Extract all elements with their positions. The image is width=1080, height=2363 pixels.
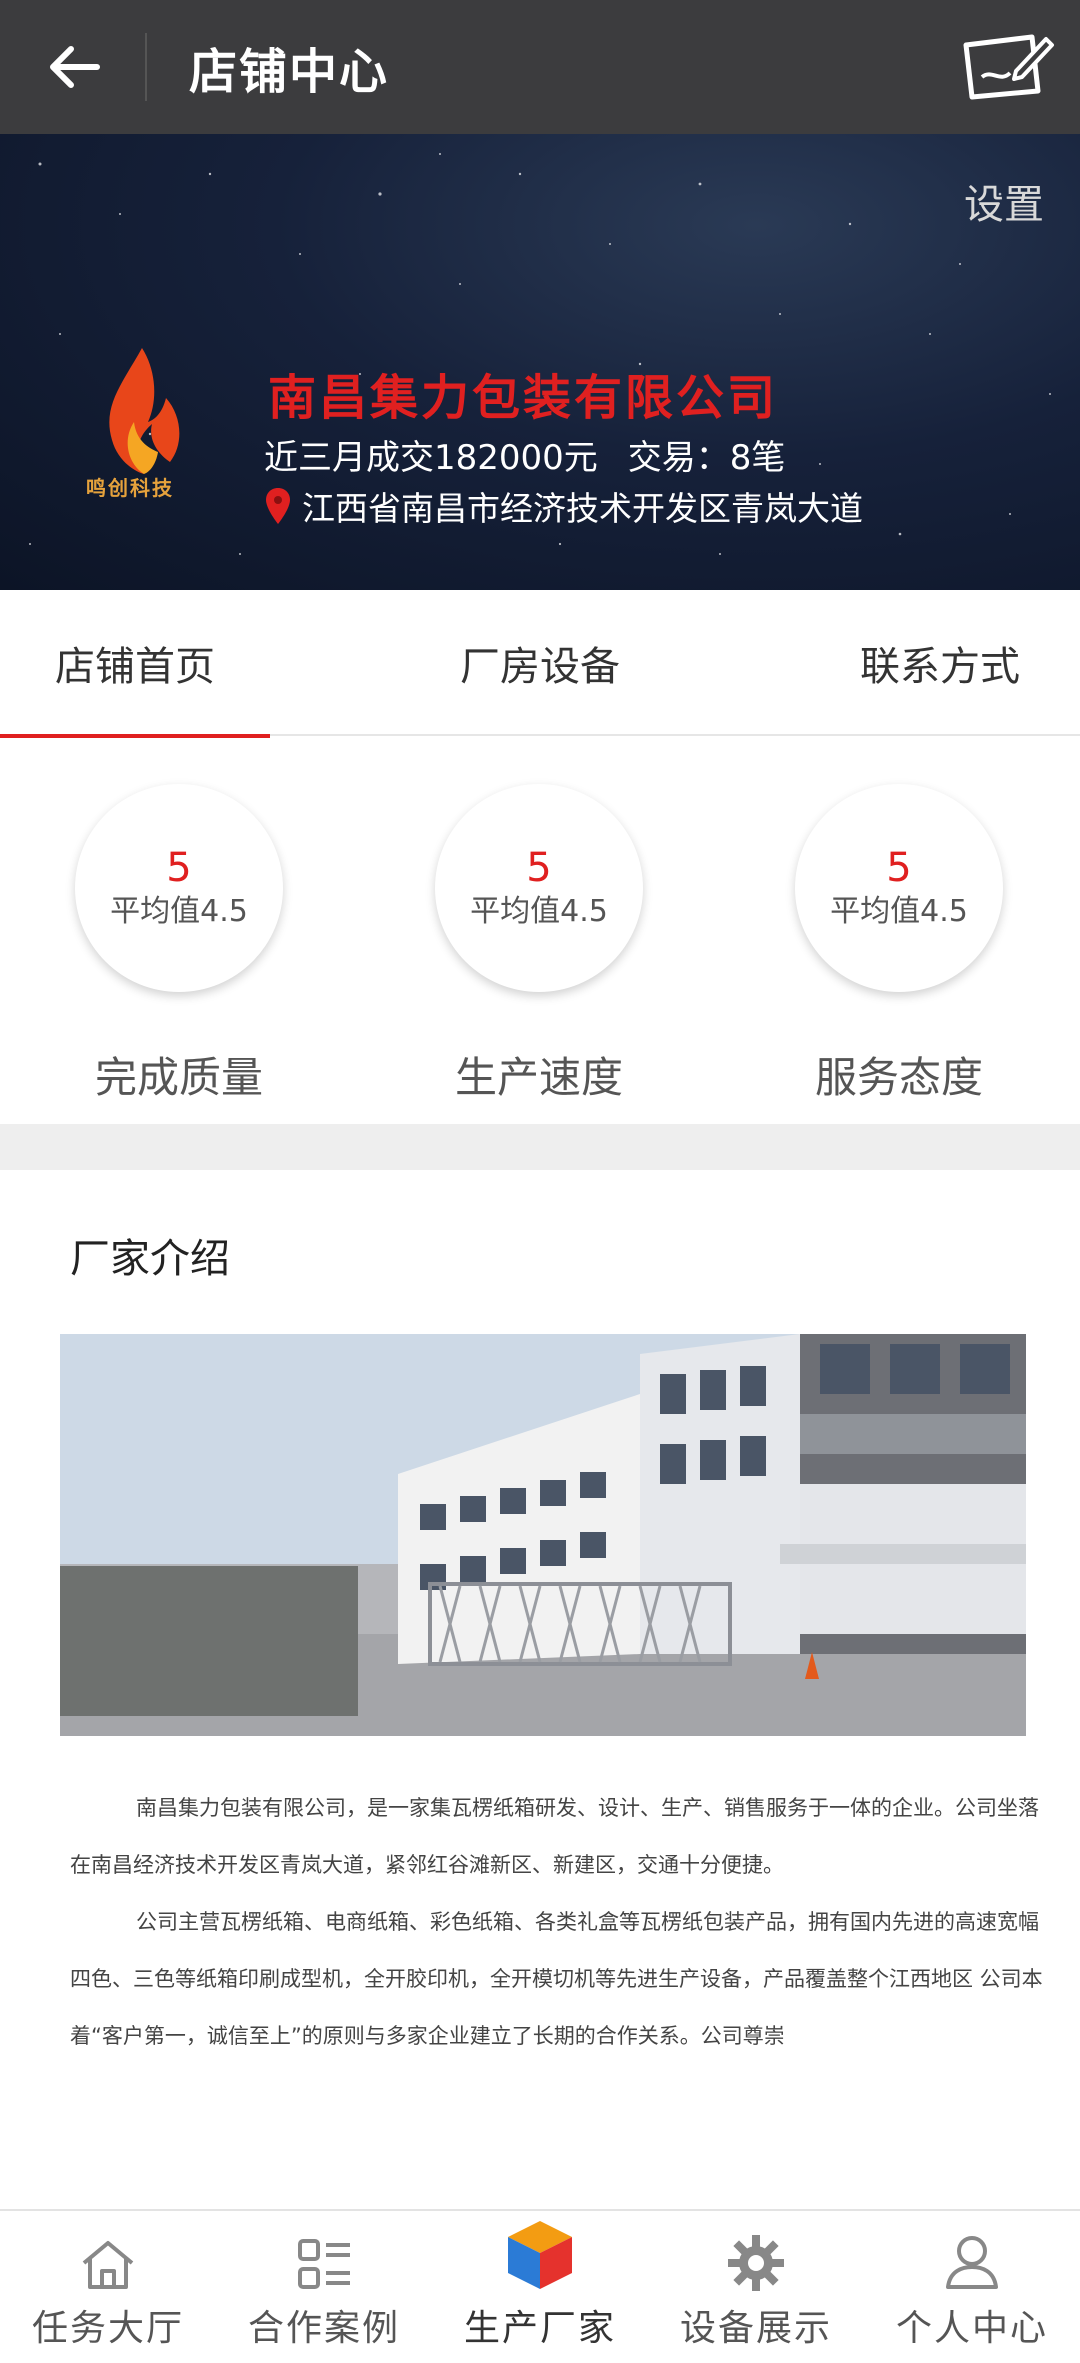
rating-average: 平均值4.5 [110,894,248,929]
company-name: 南昌集力包装有限公司 [268,370,779,426]
intro-paragraph: 公司主营瓦楞纸箱、电商纸箱、彩色纸箱、各类礼盒等瓦楞纸包装产品，拥有国内先进的高… [70,1910,1043,2048]
page: 店铺中心 设置 鸣创科技 南昌集力包装有限公司 近三月成交182000元 交易：… [0,0,1080,2363]
tab-label: 联系方式 [860,644,1020,690]
rating-score: 5 [166,845,192,891]
factory-photo [60,1334,1026,1736]
page-title: 店铺中心 [189,44,390,100]
shop-banner: 设置 鸣创科技 南昌集力包装有限公司 近三月成交182000元 交易：8笔 江西省… [0,134,1080,590]
section-separator [0,1124,1080,1170]
address-text: 江西省南昌市经济技术开发区青岚大道 [302,489,863,528]
rating-label: 服务态度 [814,1053,983,1102]
appbar-divider [145,33,147,101]
tab-label: 店铺首页 [55,644,215,690]
nav-label: 设备展示 [679,2308,832,2349]
intro-title: 厂家介绍 [70,1236,230,1282]
intro-paragraph: 南昌集力包装有限公司，是一家集瓦楞纸箱研发、设计、生产、销售服务于一体的企业。公… [70,1796,1039,1877]
nav-task-hall[interactable]: 任务大厅 [0,2211,216,2363]
rating-circle: 5 平均值4.5 [435,784,643,992]
rating-quality: 5 平均值4.5 完成质量 [29,738,329,1124]
app-bar: 店铺中心 [0,0,1080,134]
bottom-nav: 任务大厅 合作案例 生产厂家 设备展示 个人中心 [0,2209,1080,2363]
trade-count: 交易：8笔 [627,438,786,478]
nav-label: 生产厂家 [463,2308,616,2349]
intro-text: 南昌集力包装有限公司，是一家集瓦楞纸箱研发、设计、生产、销售服务于一体的企业。公… [70,1780,1050,2065]
rating-label: 生产速度 [454,1053,623,1102]
location-pin-icon [266,488,290,524]
edit-button[interactable] [960,28,1056,104]
tab-shop-home[interactable]: 店铺首页 [0,590,270,738]
cube-icon [508,2221,572,2289]
rating-label: 完成质量 [94,1053,263,1102]
rating-circle: 5 平均值4.5 [795,784,1003,992]
rating-service: 5 平均值4.5 服务态度 [749,738,1049,1124]
rating-speed: 5 平均值4.5 生产速度 [389,738,689,1124]
nav-personal-center[interactable]: 个人中心 [864,2211,1080,2363]
nav-equipment-showcase[interactable]: 设备展示 [648,2211,864,2363]
home-icon [82,2241,134,2289]
back-arrow-icon [49,46,100,88]
factory-illustration [60,1334,1026,1736]
tab-contact[interactable]: 联系方式 [810,590,1070,736]
shop-tabs: 店铺首页 厂房设备 联系方式 [0,590,1080,738]
recent-sales: 近三月成交182000元 [264,438,598,478]
edit-icon [963,34,1054,100]
back-button[interactable] [0,0,145,134]
rating-score: 5 [886,845,912,891]
gear-icon [728,2235,784,2291]
logo-text: 鸣创科技 [86,476,174,500]
tab-factory-equipment[interactable]: 厂房设备 [405,590,675,736]
rating-average: 平均值4.5 [470,894,608,929]
sales-stats: 近三月成交182000元 交易：8笔 [264,430,785,479]
nav-label: 个人中心 [895,2308,1048,2349]
user-icon [946,2236,998,2289]
settings-link[interactable]: 设置 [964,172,1044,230]
nav-label: 合作案例 [247,2308,400,2349]
rating-circle: 5 平均值4.5 [75,784,283,992]
nav-label: 任务大厅 [31,2308,184,2349]
tab-label: 厂房设备 [460,644,620,690]
rating-average: 平均值4.5 [830,894,968,929]
nav-cooperation-cases[interactable]: 合作案例 [216,2211,432,2363]
ratings-section: 5 平均值4.5 完成质量 5 平均值4.5 生产速度 5 平均值4.5 服务态… [0,738,1080,1124]
rating-score: 5 [526,845,552,891]
nav-manufacturers[interactable]: 生产厂家 [432,2211,648,2363]
list-icon [298,2239,350,2289]
address-line: 江西省南昌市经济技术开发区青岚大道 [266,482,863,530]
